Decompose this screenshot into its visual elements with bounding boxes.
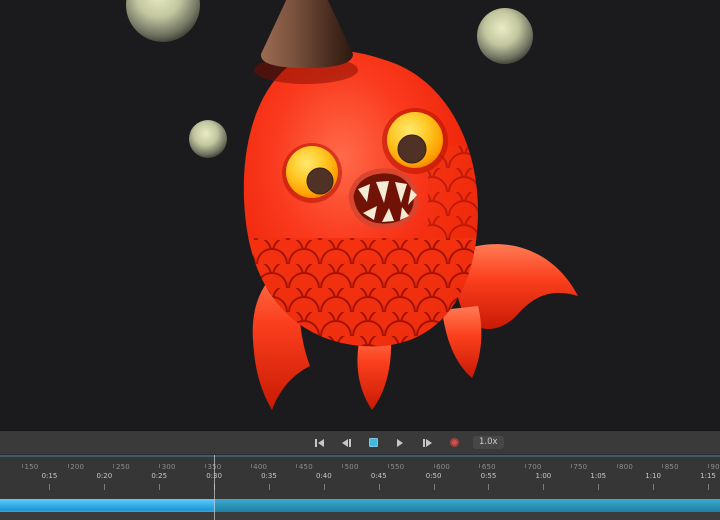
time-label: 0:20 — [96, 472, 112, 480]
step-forward-button[interactable] — [416, 434, 438, 451]
time-tick — [104, 484, 105, 490]
time-label: 1:05 — [590, 472, 606, 480]
bottom-strip — [0, 512, 720, 520]
frame-tick — [662, 464, 663, 468]
frame-tick — [434, 464, 435, 468]
step-back-button[interactable] — [335, 434, 357, 451]
step-forward-icon — [423, 439, 432, 447]
time-tick — [324, 484, 325, 490]
time-tick — [159, 484, 160, 490]
time-tick — [434, 484, 435, 490]
animation-viewport — [0, 0, 720, 430]
frame-tick — [571, 464, 572, 468]
frame-label: 700 — [528, 463, 542, 471]
fish-mouth — [351, 171, 417, 226]
frame-label: 400 — [253, 463, 267, 471]
frame-tick — [251, 464, 252, 468]
frame-label: 900 — [711, 463, 720, 471]
frame-label: 500 — [345, 463, 359, 471]
time-tick — [269, 484, 270, 490]
record-button[interactable] — [443, 434, 465, 451]
time-label: 0:15 — [42, 472, 58, 480]
time-label: 1:10 — [645, 472, 661, 480]
frame-label: 650 — [482, 463, 496, 471]
timeline-ruler[interactable]: 1502002503003504004505005506006507007508… — [0, 457, 720, 499]
frame-tick — [479, 464, 480, 468]
goldfish-artwork — [0, 0, 720, 430]
time-label: 1:15 — [700, 472, 716, 480]
time-tick — [708, 484, 709, 490]
frame-label: 250 — [116, 463, 130, 471]
progress-played — [0, 499, 214, 512]
frame-label: 200 — [70, 463, 84, 471]
time-label: 0:35 — [261, 472, 277, 480]
cone-hat — [261, 0, 353, 68]
animation-player-window: 1.0x 15020025030035040045050055060065070… — [0, 0, 720, 520]
time-label: 0:25 — [151, 472, 167, 480]
time-tick — [488, 484, 489, 490]
frame-label: 850 — [665, 463, 679, 471]
time-label: 1:00 — [536, 472, 552, 480]
record-icon — [450, 438, 459, 447]
transport-controls: 1.0x — [308, 431, 504, 454]
bottom-right-fin — [442, 306, 481, 378]
frame-tick — [159, 464, 160, 468]
skip-start-button[interactable] — [308, 434, 330, 451]
skip-start-icon — [315, 439, 324, 447]
time-label: 0:55 — [481, 472, 497, 480]
timeline-progress-bar[interactable] — [0, 499, 720, 512]
bubble — [477, 8, 533, 64]
frame-tick — [388, 464, 389, 468]
frame-label: 750 — [573, 463, 587, 471]
frame-tick — [617, 464, 618, 468]
transport-bar: 1.0x — [0, 431, 720, 454]
frame-tick — [205, 464, 206, 468]
bubble — [189, 120, 227, 158]
left-pupil — [307, 168, 333, 194]
frame-tick — [113, 464, 114, 468]
time-label: 0:45 — [371, 472, 387, 480]
frame-label: 150 — [25, 463, 39, 471]
progress-remaining — [214, 499, 720, 512]
frame-tick — [708, 464, 709, 468]
time-tick — [598, 484, 599, 490]
time-label: 0:40 — [316, 472, 332, 480]
playback-speed-button[interactable]: 1.0x — [473, 436, 504, 449]
frame-label: 600 — [436, 463, 450, 471]
right-pupil — [398, 135, 426, 163]
frame-label: 800 — [619, 463, 633, 471]
frame-label: 300 — [162, 463, 176, 471]
bubble — [126, 0, 200, 42]
time-tick — [49, 484, 50, 490]
time-tick — [543, 484, 544, 490]
time-tick — [379, 484, 380, 490]
frame-tick — [525, 464, 526, 468]
frame-tick — [22, 464, 23, 468]
frame-label: 550 — [390, 463, 404, 471]
stop-icon — [369, 438, 378, 447]
play-button[interactable] — [389, 434, 411, 451]
play-icon — [397, 439, 403, 447]
frame-tick — [68, 464, 69, 468]
frame-tick — [296, 464, 297, 468]
step-back-icon — [342, 439, 351, 447]
time-label: 0:50 — [426, 472, 442, 480]
playhead[interactable] — [214, 455, 215, 520]
time-tick — [653, 484, 654, 490]
frame-tick — [342, 464, 343, 468]
frame-label: 450 — [299, 463, 313, 471]
stop-button[interactable] — [362, 434, 384, 451]
